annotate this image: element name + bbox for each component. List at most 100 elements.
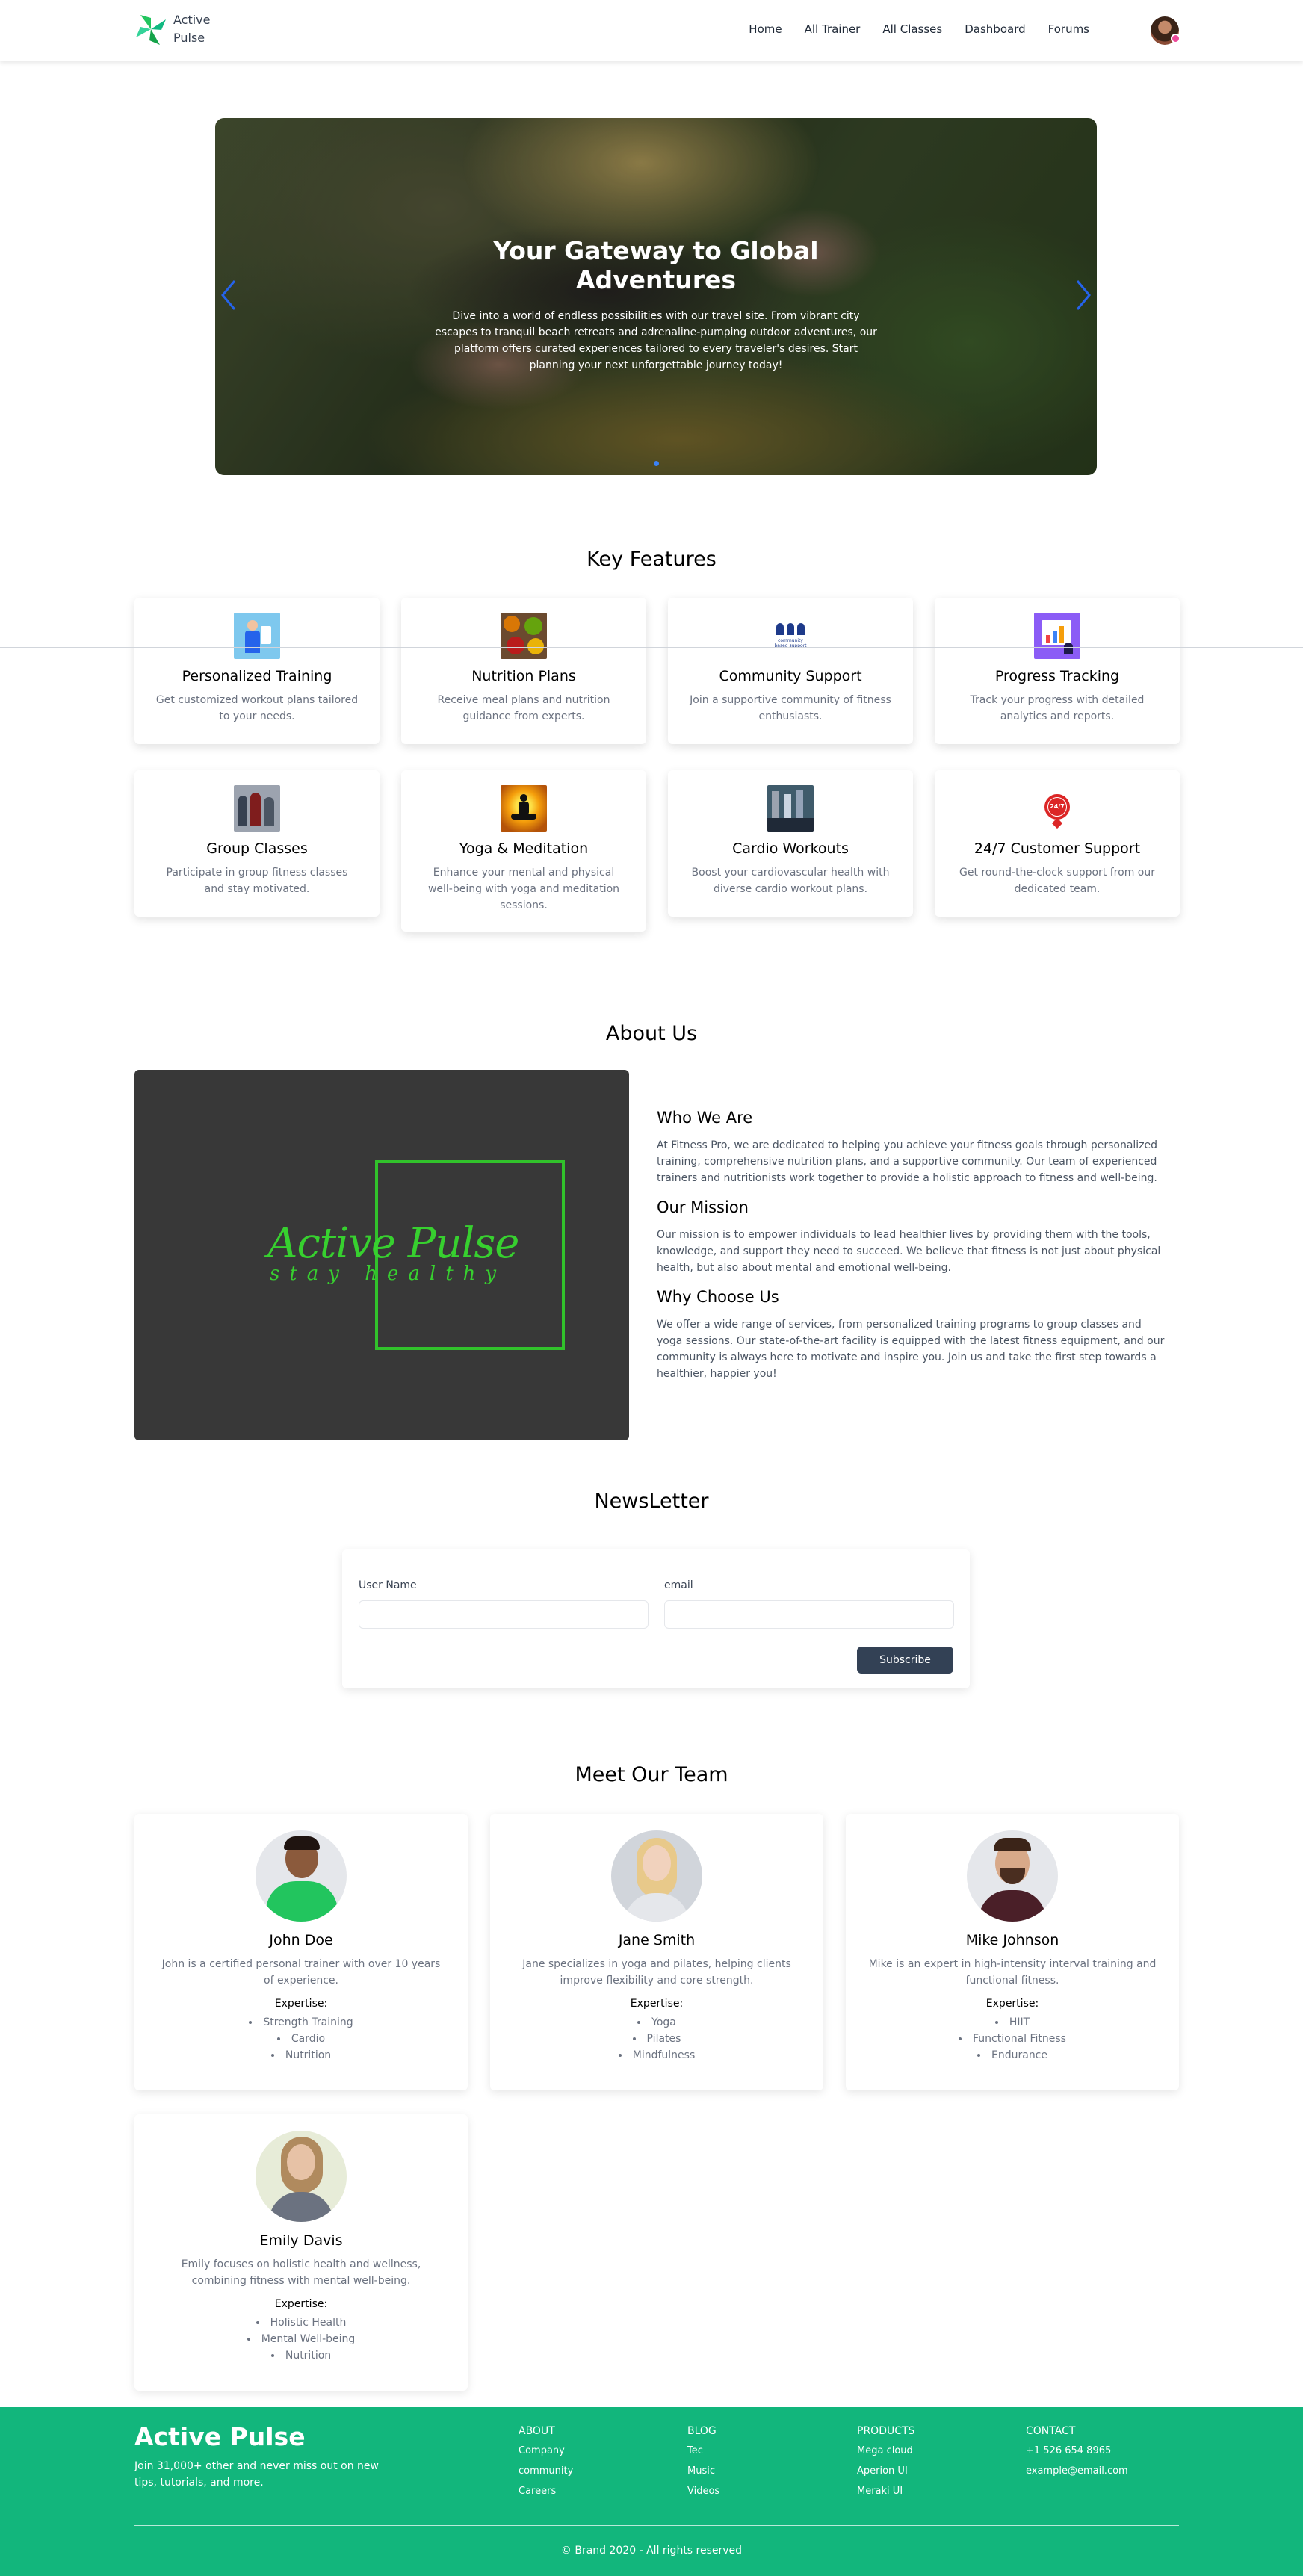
footer-link-email[interactable]: example@email.com	[1026, 2465, 1128, 2477]
feature-title: Personalized Training	[182, 668, 332, 684]
carousel-pagination	[215, 461, 1097, 466]
footer-link-meraki-ui[interactable]: Meraki UI	[857, 2485, 914, 2498]
team-member-name: Mike Johnson	[965, 1932, 1059, 1948]
feature-title: Group Classes	[206, 840, 308, 857]
about-paragraph: We offer a wide range of services, from …	[657, 1319, 1165, 1380]
expertise-item: Strength Training	[134, 2014, 468, 2031]
logo-line-2: Pulse	[173, 31, 205, 45]
nav-link-dashboard[interactable]: Dashboard	[965, 22, 1025, 36]
email-label: email	[664, 1579, 693, 1591]
logo-text: Active Pulse	[173, 11, 218, 47]
feature-card: Nutrition Plans Receive meal plans and n…	[401, 598, 646, 744]
about-logo-brand: Active Pulse	[267, 1219, 519, 1268]
feature-title: 24/7 Customer Support	[974, 840, 1141, 857]
username-input[interactable]	[359, 1600, 649, 1629]
expertise-item: Mental Well-being	[134, 2331, 468, 2347]
feature-card: Progress Tracking Track your progress wi…	[935, 598, 1180, 744]
expertise-label: Expertise:	[985, 1998, 1039, 2010]
expertise-item: HIIT	[846, 2014, 1179, 2031]
footer-link-careers[interactable]: Careers	[519, 2485, 573, 2498]
footer-link-tec[interactable]: Tec	[687, 2445, 719, 2457]
about-title: About Us	[605, 1022, 698, 1045]
about-logo-tagline: stay healthy	[270, 1263, 507, 1285]
footer-link-community[interactable]: community	[519, 2465, 573, 2477]
feature-description: Participate in group fitness classes and…	[166, 867, 348, 895]
gym-image	[767, 785, 814, 832]
feature-title: Community Support	[719, 668, 862, 684]
footer-link-mega-cloud[interactable]: Mega cloud	[857, 2445, 914, 2457]
footer-link-videos[interactable]: Videos	[687, 2485, 719, 2498]
team-photo	[967, 1830, 1058, 1922]
team-photo	[256, 2131, 347, 2222]
nav-link-forums[interactable]: Forums	[1048, 22, 1089, 36]
subscribe-button[interactable]: Subscribe	[857, 1647, 953, 1674]
footer-column-title: PRODUCTS	[857, 2425, 915, 2437]
hero-content: Your Gateway to Global Adventures Dive i…	[432, 236, 880, 374]
team-member-name: Emily Davis	[259, 2232, 343, 2249]
divider-line	[0, 647, 1303, 648]
feature-description: Boost your cardiovascular health with di…	[691, 867, 890, 895]
feature-description: Track your progress with detailed analyt…	[970, 694, 1145, 722]
chevron-right-icon[interactable]	[1073, 278, 1092, 312]
expertise-item: Nutrition	[134, 2047, 468, 2063]
footer-link-phone[interactable]: +1 526 654 8965	[1026, 2445, 1128, 2457]
team-card: John Doe John is a certified personal tr…	[134, 1814, 468, 2090]
hero-description: Dive into a world of endless possibiliti…	[435, 310, 877, 371]
expertise-label: Expertise:	[274, 2298, 328, 2310]
pinwheel-logo-icon	[136, 15, 166, 45]
feature-description: Get customized workout plans tailored to…	[155, 694, 359, 722]
feature-description: Enhance your mental and physical well-be…	[427, 867, 620, 911]
about-paragraph: At Fitness Pro, we are dedicated to help…	[657, 1139, 1158, 1184]
nav-links: Home All Trainer All Classes Dashboard F…	[749, 22, 1089, 36]
expertise-list: Holistic Health Mental Well-being Nutrit…	[134, 2315, 468, 2364]
trainer-image	[234, 613, 280, 659]
footer-divider	[134, 2525, 1179, 2526]
feature-description: Get round-the-clock support from our ded…	[959, 867, 1155, 895]
user-avatar[interactable]	[1151, 16, 1180, 45]
nav-link-all-classes[interactable]: All Classes	[882, 22, 942, 36]
nav-link-home[interactable]: Home	[749, 22, 782, 36]
feature-description: Receive meal plans and nutrition guidanc…	[437, 694, 610, 722]
analytics-image	[1034, 613, 1080, 659]
team-member-bio: John is a certified personal trainer wit…	[161, 1958, 441, 1987]
team-member-bio: Jane specializes in yoga and pilates, he…	[522, 1958, 791, 1987]
feature-title: Cardio Workouts	[732, 840, 849, 857]
team-member-name: John Doe	[269, 1932, 333, 1948]
features-grid: Personalized Training Get customized wor…	[134, 598, 1180, 932]
chevron-left-icon[interactable]	[220, 278, 239, 312]
footer-link-company[interactable]: Company	[519, 2445, 573, 2457]
features-title: Key Features	[586, 548, 717, 571]
team-title: Meet Our Team	[575, 1763, 728, 1786]
about-heading-who-we-are: Who We Are	[657, 1109, 753, 1127]
team-photo	[611, 1830, 702, 1922]
carousel-dot[interactable]	[653, 461, 659, 466]
expertise-item: Endurance	[846, 2047, 1179, 2063]
expertise-list: HIIT Functional Fitness Endurance	[846, 2014, 1179, 2063]
feature-card: community based support Community Suppor…	[668, 598, 913, 744]
about-text: Who We Are At Fitness Pro, we are dedica…	[657, 1109, 1165, 1394]
newsletter-title: NewsLetter	[594, 1490, 709, 1513]
expertise-item: Pilates	[490, 2031, 823, 2047]
email-input[interactable]	[664, 1600, 954, 1629]
team-card: Emily Davis Emily focuses on holistic he…	[134, 2114, 468, 2391]
feature-card: Cardio Workouts Boost your cardiovascula…	[668, 770, 913, 917]
expertise-label: Expertise:	[630, 1998, 684, 2010]
about-image: Active Pulse stay healthy	[134, 1070, 629, 1440]
hero-carousel: Your Gateway to Global Adventures Dive i…	[215, 118, 1097, 475]
nav-link-all-trainer[interactable]: All Trainer	[805, 22, 861, 36]
feature-title: Nutrition Plans	[471, 668, 576, 684]
feature-title: Yoga & Meditation	[459, 840, 589, 857]
footer-brand: Active Pulse	[134, 2422, 306, 2451]
footer-link-music[interactable]: Music	[687, 2465, 719, 2477]
feature-card: 24/7 24/7 Customer Support Get round-the…	[935, 770, 1180, 917]
logo[interactable]: Active Pulse	[133, 10, 218, 48]
team-member-name: Jane Smith	[618, 1932, 696, 1948]
expertise-item: Nutrition	[134, 2347, 468, 2364]
hero-title: Your Gateway to Global Adventures	[493, 236, 819, 294]
expertise-item: Yoga	[490, 2014, 823, 2031]
feature-title: Progress Tracking	[994, 668, 1120, 684]
team-member-bio: Emily focuses on holistic health and wel…	[181, 2258, 421, 2287]
footer-link-aperion-ui[interactable]: Aperion UI	[857, 2465, 914, 2477]
footer-column-title: ABOUT	[519, 2425, 555, 2437]
support-24-7-image: 24/7	[1034, 785, 1080, 832]
